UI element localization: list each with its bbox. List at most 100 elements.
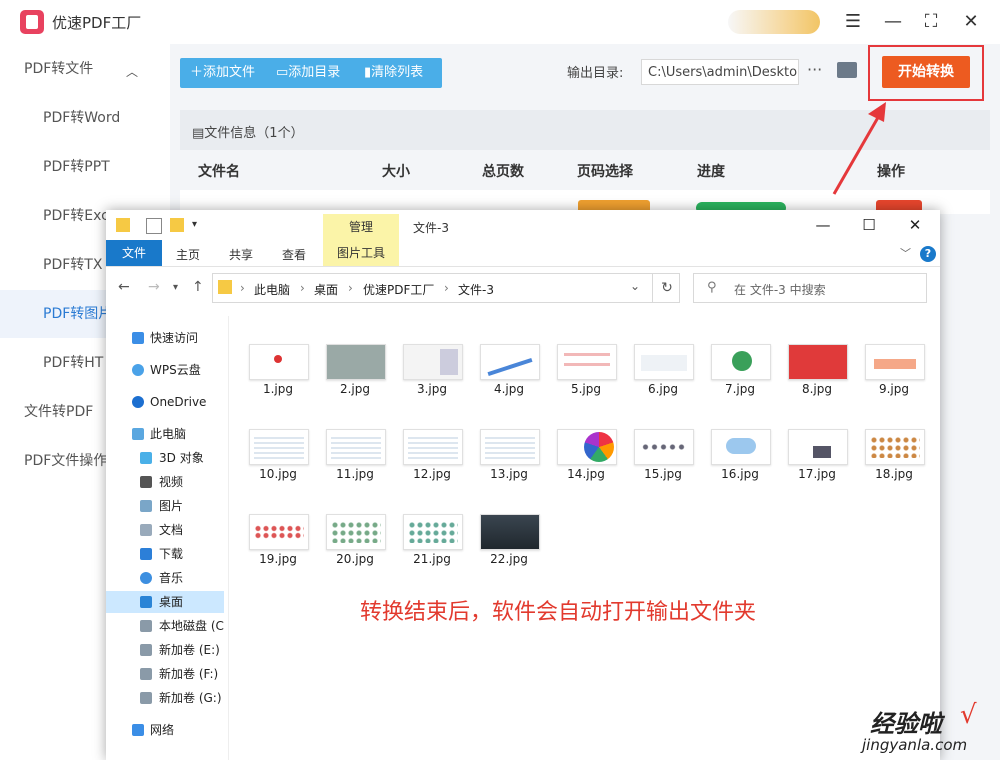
more-button[interactable]: ··· (807, 60, 822, 79)
address-dropdown-icon[interactable]: ⌄ (630, 279, 640, 293)
thumbnail[interactable] (557, 429, 617, 465)
nav-local-disk-c[interactable]: 本地磁盘 (C (106, 615, 224, 637)
file-name[interactable]: 22.jpg (474, 552, 544, 566)
thumbnail[interactable] (634, 429, 694, 465)
new-folder-icon[interactable] (170, 218, 184, 232)
nav-onedrive[interactable]: OneDrive (106, 391, 224, 413)
file-name[interactable]: 18.jpg (859, 467, 929, 481)
thumbnail[interactable] (557, 344, 617, 380)
thumbnail[interactable] (480, 429, 540, 465)
nav-volume-g[interactable]: 新加卷 (G:) (106, 687, 224, 709)
nav-pictures[interactable]: 图片 (106, 495, 224, 517)
chevron-down-icon[interactable]: ﹀ (900, 245, 911, 261)
file-name[interactable]: 6.jpg (628, 382, 698, 396)
sidebar-item-pdf-to-file[interactable]: PDF转文件 (0, 45, 170, 93)
nav-documents[interactable]: 文档 (106, 519, 224, 541)
output-path-field[interactable]: C:\Users\admin\Deskto (641, 59, 799, 85)
add-folder-button[interactable]: ▭添加目录 (276, 58, 340, 88)
file-name[interactable]: 4.jpg (474, 382, 544, 396)
sidebar-item-pdf-to-ppt[interactable]: PDF转PPT (0, 143, 170, 191)
nav-quick-access[interactable]: 快速访问 (106, 327, 224, 349)
maximize-icon[interactable]: ☐ (858, 216, 880, 234)
nav-videos[interactable]: 视频 (106, 471, 224, 493)
nav-network[interactable]: 网络 (106, 719, 224, 741)
nav-this-pc[interactable]: 此电脑 (106, 423, 224, 445)
file-name[interactable]: 13.jpg (474, 467, 544, 481)
thumbnail[interactable] (403, 514, 463, 550)
back-icon[interactable]: ← (118, 279, 130, 295)
nav-3d-objects[interactable]: 3D 对象 (106, 447, 224, 469)
thumbnail[interactable] (326, 514, 386, 550)
file-name[interactable]: 19.jpg (243, 552, 313, 566)
nav-desktop[interactable]: 桌面 (106, 591, 224, 613)
qat-dropdown-icon[interactable]: ▾ (192, 219, 197, 230)
close-icon[interactable]: ✕ (958, 10, 984, 34)
file-name[interactable]: 3.jpg (397, 382, 467, 396)
start-convert-button[interactable]: 开始转换 (882, 56, 970, 88)
thumbnail[interactable] (480, 514, 540, 550)
thumbnail[interactable] (249, 344, 309, 380)
nav-volume-e[interactable]: 新加卷 (E:) (106, 639, 224, 661)
file-name[interactable]: 10.jpg (243, 467, 313, 481)
nav-wps-cloud[interactable]: WPS云盘 (106, 359, 224, 381)
recent-dropdown-icon[interactable]: ▾ (173, 282, 178, 293)
vip-badge[interactable] (728, 10, 820, 34)
open-folder-icon[interactable] (837, 62, 857, 78)
thumbnail[interactable] (249, 429, 309, 465)
minimize-icon[interactable]: — (880, 10, 906, 34)
up-icon[interactable]: ↑ (192, 279, 204, 295)
thumbnail[interactable] (480, 344, 540, 380)
properties-icon[interactable] (146, 218, 162, 234)
breadcrumb-this-pc[interactable]: 此电脑 (254, 281, 290, 298)
thumbnail[interactable] (711, 344, 771, 380)
thumbnail[interactable] (403, 429, 463, 465)
thumbnail[interactable] (326, 344, 386, 380)
breadcrumb-desktop[interactable]: 桌面 (314, 281, 338, 298)
nav-music[interactable]: 音乐 (106, 567, 224, 589)
tab-share[interactable]: 共享 (229, 246, 253, 263)
thumbnail[interactable] (788, 429, 848, 465)
thumbnail[interactable] (326, 429, 386, 465)
help-icon[interactable]: ? (920, 246, 936, 262)
thumbnail[interactable] (634, 344, 694, 380)
thumbnail[interactable] (788, 344, 848, 380)
forward-icon[interactable]: → (148, 279, 160, 295)
chevron-up-icon[interactable]: ︿ (126, 63, 138, 80)
thumbnail[interactable] (249, 514, 309, 550)
file-name[interactable]: 5.jpg (551, 382, 621, 396)
manage-tab[interactable]: 管理 (323, 214, 399, 240)
thumbnail[interactable] (865, 344, 925, 380)
file-name[interactable]: 9.jpg (859, 382, 929, 396)
file-name[interactable]: 21.jpg (397, 552, 467, 566)
minimize-icon[interactable]: — (812, 216, 834, 234)
thumbnail[interactable] (403, 344, 463, 380)
fullscreen-icon[interactable]: ⛶ (918, 10, 944, 34)
file-name[interactable]: 14.jpg (551, 467, 621, 481)
clear-list-button[interactable]: ▮清除列表 (364, 58, 423, 88)
nav-volume-f[interactable]: 新加卷 (F:) (106, 663, 224, 685)
file-name[interactable]: 1.jpg (243, 382, 313, 396)
file-name[interactable]: 8.jpg (782, 382, 852, 396)
nav-downloads[interactable]: 下载 (106, 543, 224, 565)
file-name[interactable]: 2.jpg (320, 382, 390, 396)
tab-picture-tools[interactable]: 图片工具 (323, 240, 399, 266)
sidebar-item-pdf-to-word[interactable]: PDF转Word (0, 94, 170, 142)
tab-view[interactable]: 查看 (282, 246, 306, 263)
add-file-button[interactable]: ＋添加文件 (190, 58, 255, 88)
file-name[interactable]: 16.jpg (705, 467, 775, 481)
tab-home[interactable]: 主页 (176, 246, 200, 263)
thumbnail[interactable] (865, 429, 925, 465)
menu-icon[interactable]: ☰ (840, 10, 866, 34)
breadcrumb-current[interactable]: 文件-3 (458, 281, 494, 298)
file-name[interactable]: 17.jpg (782, 467, 852, 481)
breadcrumb-app-folder[interactable]: 优速PDF工厂 (363, 281, 434, 298)
file-name[interactable]: 12.jpg (397, 467, 467, 481)
file-name[interactable]: 15.jpg (628, 467, 698, 481)
tab-file[interactable]: 文件 (106, 240, 162, 266)
file-name[interactable]: 11.jpg (320, 467, 390, 481)
refresh-icon[interactable]: ↻ (652, 273, 681, 303)
thumbnail[interactable] (711, 429, 771, 465)
file-name[interactable]: 7.jpg (705, 382, 775, 396)
file-name[interactable]: 20.jpg (320, 552, 390, 566)
close-icon[interactable]: ✕ (904, 216, 926, 234)
